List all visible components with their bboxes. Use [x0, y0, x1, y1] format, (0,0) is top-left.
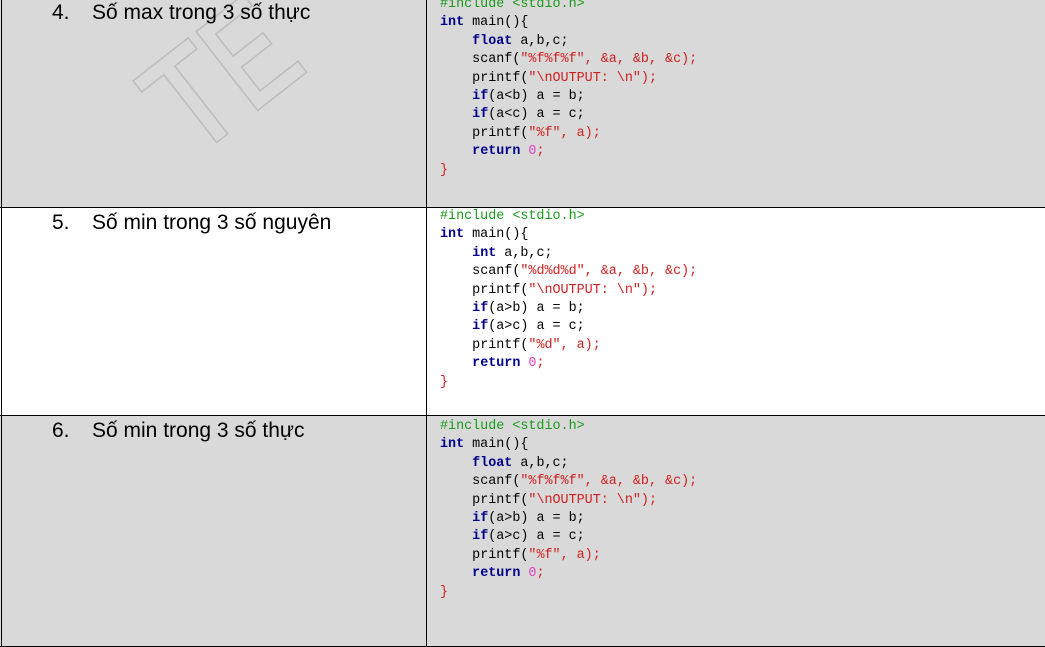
- code-include: #include <stdio.h>: [440, 209, 585, 224]
- code-string: "%f%f%f": [520, 52, 585, 68]
- table-row: 5. Số min trong 3 số nguyên #include <std…: [0, 208, 1045, 415]
- code-string: "\nOUTPUT: \n": [528, 70, 641, 86]
- code-text: printf(: [472, 125, 529, 141]
- exercise-title-text: Số min trong 3 số nguyên: [92, 211, 332, 234]
- code-text: (a>c) a = c;: [488, 319, 585, 335]
- exercise-number: 6.: [52, 419, 70, 442]
- code-number: 0: [520, 566, 537, 582]
- code-text: printf(: [472, 337, 529, 353]
- code-keyword: float: [472, 455, 513, 471]
- code-block: #include <stdio.h> int main(){ int a,b,c…: [440, 208, 697, 392]
- code-text: printf(: [472, 282, 529, 298]
- code-string: "%f%f%f": [520, 474, 585, 490]
- code-text: (a<b) a = b;: [488, 89, 585, 105]
- exercise-title-text: Số min trong 3 số thực: [92, 419, 305, 442]
- exercise-title-text: Số max trong 3 số thực: [92, 1, 311, 24]
- code-text: main(){: [464, 227, 529, 243]
- code-text: , a);: [560, 125, 601, 141]
- code-text: a,b,c;: [512, 33, 569, 49]
- code-keyword: if: [472, 107, 489, 123]
- table-border-middle: [426, 0, 427, 207]
- code-text: , a);: [560, 547, 601, 563]
- code-text: , &a, &b, &c);: [584, 264, 698, 280]
- code-text: scanf(: [472, 52, 521, 68]
- exercise-title: 4. Số max trong 3 số thực: [52, 0, 310, 26]
- code-number: 0: [520, 356, 537, 372]
- table-row: 6. Số min trong 3 số thực #include <stdio…: [0, 416, 1045, 646]
- code-string: "%d": [528, 337, 561, 353]
- code-text: main(){: [464, 437, 529, 453]
- code-text: a,b,c;: [496, 245, 553, 261]
- code-text: (a>b) a = b;: [488, 301, 585, 317]
- code-keyword: if: [472, 89, 489, 105]
- code-text: printf(: [472, 547, 529, 563]
- code-brace: }: [440, 584, 449, 600]
- code-string: "\nOUTPUT: \n": [528, 282, 641, 298]
- exercise-title: 5. Số min trong 3 số nguyên: [52, 210, 331, 236]
- code-block: #include <stdio.h> int main(){ float a,b…: [440, 418, 697, 602]
- code-text: , a);: [560, 337, 601, 353]
- code-number: 0: [520, 144, 537, 160]
- code-text: (a>c) a = c;: [488, 529, 585, 545]
- code-keyword: int: [440, 437, 465, 453]
- code-keyword: return: [472, 144, 521, 160]
- table-border-left: [1, 208, 2, 415]
- code-text: ;: [536, 144, 545, 160]
- code-text: scanf(: [472, 264, 521, 280]
- code-text: printf(: [472, 492, 529, 508]
- code-text: main(){: [464, 15, 529, 31]
- code-brace: }: [440, 162, 449, 178]
- exercise-number: 5.: [52, 211, 70, 234]
- code-keyword: if: [472, 319, 489, 335]
- code-text: );: [640, 492, 657, 508]
- code-keyword: if: [472, 529, 489, 545]
- code-keyword: float: [472, 33, 513, 49]
- code-text: scanf(: [472, 474, 521, 490]
- exercise-title: 6. Số min trong 3 số thực: [52, 418, 305, 444]
- table-row: 4. Số max trong 3 số thực #include <stdio…: [0, 0, 1045, 207]
- table-border-left: [1, 0, 2, 207]
- code-text: (a<c) a = c;: [488, 107, 585, 123]
- code-keyword: return: [472, 566, 521, 582]
- code-keyword: return: [472, 356, 521, 372]
- code-string: "\nOUTPUT: \n": [528, 492, 641, 508]
- table-border-left: [1, 416, 2, 646]
- code-brace: }: [440, 374, 449, 390]
- code-string: "%d%d%d": [520, 264, 585, 280]
- code-text: ;: [536, 566, 545, 582]
- code-keyword: int: [440, 15, 465, 31]
- code-text: , &a, &b, &c);: [584, 52, 698, 68]
- code-text: );: [640, 70, 657, 86]
- table-border-middle: [426, 416, 427, 646]
- code-string: "%f": [528, 125, 561, 141]
- code-keyword: int: [440, 227, 465, 243]
- code-keyword: if: [472, 301, 489, 317]
- code-text: );: [640, 282, 657, 298]
- code-text: ;: [536, 356, 545, 372]
- table-border-middle: [426, 208, 427, 415]
- code-include: #include <stdio.h>: [440, 0, 585, 12]
- code-keyword: int: [472, 245, 497, 261]
- code-block: #include <stdio.h> int main(){ float a,b…: [440, 0, 697, 180]
- code-string: "%f": [528, 547, 561, 563]
- exercise-table: 4. Số max trong 3 số thực #include <stdio…: [0, 0, 1045, 647]
- code-text: printf(: [472, 70, 529, 86]
- exercise-number: 4.: [52, 1, 70, 24]
- code-keyword: if: [472, 511, 489, 527]
- code-text: (a>b) a = b;: [488, 511, 585, 527]
- code-text: a,b,c;: [512, 455, 569, 471]
- code-include: #include <stdio.h>: [440, 419, 585, 434]
- code-text: , &a, &b, &c);: [584, 474, 698, 490]
